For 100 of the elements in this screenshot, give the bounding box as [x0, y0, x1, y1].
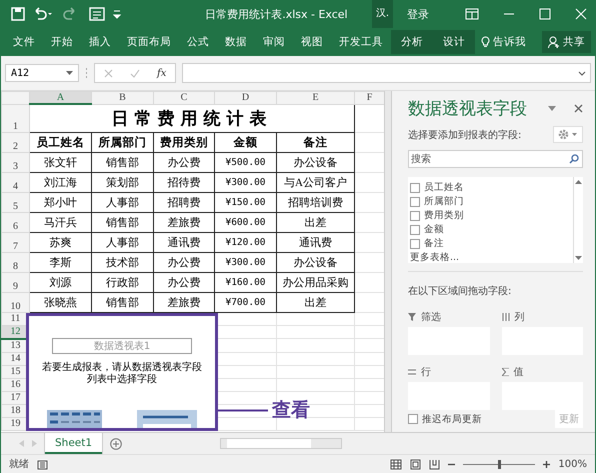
ribbon-tab[interactable]: 开发工具 — [331, 30, 391, 54]
sign-in-button[interactable]: 登录 — [401, 6, 435, 22]
column-header[interactable]: F — [354, 92, 384, 104]
ribbon-tab[interactable]: 开始 — [43, 30, 81, 54]
pane-options-caret-icon[interactable] — [548, 106, 556, 111]
table-cell: ¥300.00 — [214, 172, 276, 192]
checkbox[interactable] — [410, 182, 420, 192]
table-cell: 马汗兵 — [30, 212, 92, 232]
table-cell: 李斯 — [30, 252, 92, 272]
checkbox[interactable] — [410, 210, 420, 220]
more-tables-link[interactable]: 更多表格... — [410, 251, 571, 264]
name-box[interactable]: A12 — [5, 64, 79, 82]
table-cell: ¥500.00 — [214, 152, 276, 172]
checkbox[interactable] — [410, 238, 420, 248]
row-header[interactable]: 6 — [2, 212, 30, 232]
ribbon-tab[interactable]: 文件 — [5, 30, 43, 54]
header-cell: 金额 — [214, 132, 276, 152]
column-header[interactable]: D — [214, 92, 276, 104]
row-header[interactable]: 7 — [2, 232, 30, 252]
insert-function-button[interactable]: fx — [157, 68, 166, 78]
vertical-scrollbar[interactable] — [384, 91, 391, 432]
row-header[interactable]: 4 — [2, 172, 30, 192]
row-header[interactable]: 5 — [2, 192, 30, 212]
context-tab-label: 汉. — [372, 0, 393, 28]
ribbon-tab[interactable]: 数据 — [217, 30, 255, 54]
tell-me-button[interactable]: 告诉我 — [475, 35, 532, 49]
checkbox[interactable] — [410, 224, 420, 234]
field-label[interactable]: 金额 — [424, 223, 444, 236]
table-cell: 通讯费 — [276, 232, 354, 252]
table-cell: ¥300.00 — [214, 252, 276, 272]
share-button[interactable]: 共享 — [542, 31, 591, 53]
checkbox[interactable] — [408, 414, 418, 424]
row-header[interactable]: 10 — [2, 292, 30, 312]
row-header[interactable]: 1 — [2, 104, 30, 132]
pane-title: 数据透视表字段 — [408, 98, 528, 120]
table-cell: 人事部 — [92, 192, 154, 212]
checkbox[interactable] — [410, 196, 420, 206]
ribbon-tab[interactable]: 视图 — [293, 30, 331, 54]
table-cell: ¥160.00 — [214, 272, 276, 292]
column-header[interactable]: E — [276, 92, 354, 104]
table-cell: 办公费 — [154, 152, 214, 172]
ribbon-tab[interactable]: 分析 — [391, 30, 433, 54]
list-scrollbar[interactable] — [573, 177, 583, 263]
table-cell: 张晓燕 — [30, 292, 92, 312]
table-cell: 招聘培训费 — [276, 192, 354, 212]
table-cell: 招待费 — [154, 172, 214, 192]
scroll-down-icon[interactable] — [575, 256, 582, 260]
table-cell: 办公设备 — [276, 152, 354, 172]
row-header[interactable]: 9 — [2, 272, 30, 292]
table-cell: 办公费 — [154, 272, 214, 292]
page-layout-icon[interactable] — [410, 458, 422, 470]
table-cell: 苏爽 — [30, 232, 92, 252]
field-label[interactable]: 所属部门 — [424, 195, 464, 208]
macro-record-icon[interactable] — [37, 458, 48, 470]
pane-subtitle: 选择要添加到报表的字段: — [408, 128, 522, 142]
add-sheet-icon[interactable] — [110, 438, 122, 450]
page-break-icon[interactable] — [429, 458, 440, 470]
ribbon-tab[interactable]: 公式 — [179, 30, 217, 54]
check-icon[interactable] — [130, 68, 140, 78]
row-header[interactable]: 2 — [2, 132, 30, 152]
formula-input[interactable] — [182, 63, 591, 83]
table-cell: 张文轩 — [30, 152, 92, 172]
zoom-level[interactable]: 100% — [558, 458, 587, 470]
table-cell: 策划部 — [92, 172, 154, 192]
table-cell: 出差 — [276, 212, 354, 232]
column-header[interactable]: C — [154, 92, 214, 104]
search-icon — [569, 154, 579, 164]
column-header[interactable]: B — [92, 92, 154, 104]
ribbon-tab[interactable]: 插入 — [81, 30, 119, 54]
ribbon-tab[interactable]: 审阅 — [255, 30, 293, 54]
table-cell: 办公设备 — [276, 252, 354, 272]
sheet-tab[interactable]: Sheet1 — [45, 433, 102, 454]
horizontal-scrollbar[interactable] — [220, 438, 342, 449]
scroll-up-icon[interactable] — [575, 180, 582, 184]
close-icon[interactable] — [574, 104, 583, 113]
save-icon[interactable] — [11, 7, 25, 21]
undo-icon[interactable] — [33, 7, 53, 21]
cancel-icon[interactable] — [104, 68, 113, 78]
customize-icon[interactable] — [113, 9, 121, 19]
ribbon-tab[interactable]: 设计 — [433, 30, 475, 54]
zoom-in-icon[interactable] — [543, 460, 550, 468]
field-label[interactable]: 费用类别 — [424, 209, 464, 222]
row-header[interactable]: 8 — [2, 252, 30, 272]
ribbon-display-icon[interactable] — [465, 8, 479, 20]
lightbulb-icon — [481, 36, 490, 48]
area-label: 筛选 — [421, 310, 441, 324]
normal-view-icon[interactable] — [390, 458, 402, 470]
pivot-name-box: 数据透视表1 — [52, 338, 192, 354]
column-header[interactable]: A — [30, 92, 92, 104]
header-cell: 员工姓名 — [30, 132, 92, 152]
field-label[interactable]: 员工姓名 — [424, 181, 464, 194]
settings-button[interactable] — [553, 126, 583, 143]
row-header[interactable]: 3 — [2, 152, 30, 172]
ribbon-tab[interactable]: 页面布局 — [119, 30, 179, 54]
form-icon[interactable] — [89, 7, 105, 21]
field-list-icon — [137, 410, 198, 428]
field-label[interactable]: 备注 — [424, 237, 444, 250]
search-field[interactable]: 搜索 — [408, 150, 583, 168]
table-cell: 人事部 — [92, 232, 154, 252]
maximize-icon[interactable] — [539, 8, 551, 20]
